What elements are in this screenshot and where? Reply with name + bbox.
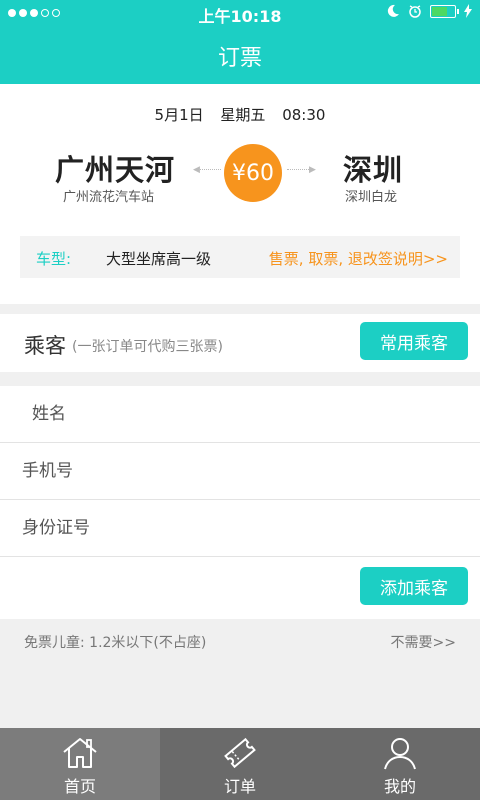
status-bar: 上午10:18 <box>0 0 480 26</box>
origin-station: 广州流花汽车站 <box>63 190 155 205</box>
tab-home-label: 首页 <box>63 777 96 796</box>
passenger-title: 乘客 <box>24 334 66 358</box>
tab-home[interactable]: 首页 <box>0 728 160 800</box>
passenger-subtitle: (一张订单可代购三张票) <box>72 339 223 355</box>
home-icon <box>63 738 97 768</box>
free-child-link[interactable]: 不需要>> <box>391 632 456 652</box>
destination-station: 深圳白龙 <box>345 190 398 205</box>
page-title: 订票 <box>217 46 262 71</box>
charging-icon <box>464 4 472 18</box>
tab-orders-label: 订单 <box>223 777 256 796</box>
tab-profile[interactable]: 我的 <box>320 728 480 800</box>
passenger-header: 乘客 (一张订单可代购三张票) 常用乘客 <box>0 314 480 372</box>
user-icon <box>384 738 416 770</box>
departure-weekday: 星期五 <box>220 106 266 124</box>
departure-time: 08:30 <box>282 106 326 124</box>
nav-bar: 订票 <box>0 26 480 84</box>
battery-icon <box>430 4 459 18</box>
tab-orders[interactable]: 订单 <box>160 728 320 800</box>
tab-profile-label: 我的 <box>383 777 416 796</box>
add-passenger-button[interactable]: 添加乘客 <box>360 567 468 605</box>
tab-bar: 首页 订单 我的 <box>0 728 480 800</box>
free-child-label: 免票儿童: 1.2米以下(不占座) <box>24 635 207 651</box>
trip-summary: 5月1日 星期五 08:30 广州天河 广州流花汽车站 ◀ ¥60 ▶ 深圳 深… <box>0 84 480 304</box>
name-input[interactable] <box>0 386 480 442</box>
vehicle-type-value: 大型坐席高一级 <box>106 250 212 268</box>
passenger-form: 添加乘客 <box>0 386 480 619</box>
ticket-icon <box>224 737 256 769</box>
destination-city: 深圳 <box>343 153 404 187</box>
common-passengers-button[interactable]: 常用乘客 <box>360 322 468 360</box>
name-field-row <box>0 386 480 443</box>
phone-input[interactable] <box>0 443 480 499</box>
add-passenger-row: 添加乘客 <box>0 557 480 619</box>
phone-field-row <box>0 443 480 500</box>
id-field-row <box>0 500 480 557</box>
id-number-input[interactable] <box>0 500 480 556</box>
arrow-left-icon: ◀ <box>193 165 200 175</box>
arrow-right-icon: ▶ <box>309 165 316 175</box>
ticket-policy-link[interactable]: 售票, 取票, 退改签说明>> <box>269 248 448 269</box>
ticket-price: ¥60 <box>224 144 282 202</box>
free-child-row: 免票儿童: 1.2米以下(不占座) 不需要>> <box>0 620 480 660</box>
moon-icon <box>387 4 399 17</box>
alarm-icon <box>409 5 421 18</box>
vehicle-type-bar: 车型: 大型坐席高一级 售票, 取票, 退改签说明>> <box>20 236 460 278</box>
vehicle-type-label: 车型: <box>36 250 72 268</box>
departure-datetime: 5月1日 星期五 08:30 <box>0 104 480 125</box>
origin-city: 广州天河 <box>55 153 176 187</box>
departure-date: 5月1日 <box>154 106 204 124</box>
